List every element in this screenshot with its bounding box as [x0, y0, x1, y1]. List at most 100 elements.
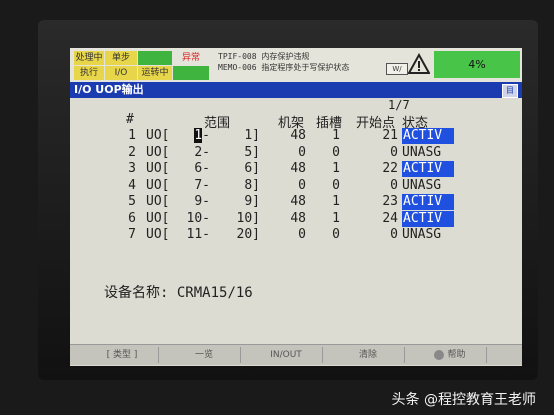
cell-state: UNASG — [402, 144, 442, 160]
range-from-value: 2 — [194, 144, 203, 160]
cell-from[interactable]: 6- — [174, 161, 210, 177]
header-num: # — [126, 112, 134, 127]
cell-rack: 0 — [298, 227, 306, 242]
softkey-bar: [ 类型 ] 一览 IN/OUT 清除 帮助 — [70, 344, 522, 365]
table-row[interactable]: 6 UO[10- 10] 48 1 24 ACTIV — [70, 210, 522, 227]
write-protect-box: W/ — [386, 63, 408, 75]
cell-from[interactable]: 1- — [174, 128, 210, 144]
cell-type: UO[ — [146, 210, 170, 226]
alarm-line-2: MEMO-006 指定程序处于写保护状态 — [218, 63, 350, 72]
device-name: 设备名称: CRMA15/16 — [104, 282, 253, 302]
cell-from[interactable]: 9- — [174, 194, 210, 210]
cell-state: ACTIV — [402, 161, 454, 177]
cell-start: 22 — [382, 161, 398, 176]
cell-from[interactable]: 11- — [174, 227, 210, 243]
range-dash: - — [202, 128, 210, 143]
cell-start: 0 — [390, 227, 398, 242]
cell-type: UO[ — [146, 194, 170, 209]
range-dash: - — [202, 227, 210, 242]
cell-slot: 1 — [332, 210, 340, 226]
table-row[interactable]: 3 UO[ 6- 6] 48 1 22 ACTIV — [70, 161, 522, 177]
range-dash: - — [202, 210, 210, 226]
cell-rack: 0 — [298, 144, 306, 160]
cell-from[interactable]: 7- — [174, 178, 210, 194]
cell-state: ACTIV — [402, 128, 454, 144]
watermark: 头条 @程控教育王老师 — [391, 392, 536, 408]
cell-rack: 0 — [298, 177, 306, 193]
cell-state: UNASG — [402, 177, 442, 193]
cell-to: 1] — [244, 128, 260, 143]
softkey-help[interactable]: 帮助 — [414, 347, 487, 363]
cell-start: 21 — [382, 128, 398, 143]
table-row[interactable]: 7 UO[ 11- 20] 0 0 0 UNASG — [70, 227, 522, 243]
status-run: 执行 — [74, 66, 104, 80]
range-from-value: 7 — [194, 177, 203, 193]
softkey-help-label: 帮助 — [447, 350, 466, 360]
cell-slot: 0 — [332, 177, 340, 193]
range-from-value: 10 — [186, 210, 203, 226]
cell-to: 6] — [244, 161, 260, 176]
range-from-value: 6 — [194, 161, 203, 176]
softkey-list[interactable]: 一览 — [168, 347, 241, 363]
cell-type: UO[ — [146, 227, 170, 242]
table-row[interactable]: 2 UO[2- 5] 0 0 0 UNASG — [70, 145, 522, 161]
cell-num: 1 — [128, 128, 136, 143]
status-extra — [173, 66, 209, 80]
cell-type: UO[ — [146, 144, 170, 160]
speed-override[interactable]: 4% — [434, 51, 520, 78]
range-from-value: 9 — [194, 194, 203, 209]
cell-slot: 1 — [332, 161, 340, 176]
cell-to: 20] — [236, 227, 260, 242]
range-dash: - — [202, 177, 210, 193]
window-icon[interactable]: 目 — [502, 84, 518, 98]
range-dash: - — [202, 194, 210, 209]
status-step: 单步 — [105, 51, 137, 65]
cell-type: UO[ — [146, 177, 170, 193]
cell-to: 9] — [244, 194, 260, 209]
cell-num: 5 — [128, 194, 136, 209]
warning-icon — [408, 53, 430, 74]
cell-to: 10] — [236, 210, 260, 226]
alarm-messages: TPIF-008 内存保护违规 MEMO-006 指定程序处于写保护状态 — [218, 51, 349, 73]
softkey-type[interactable]: [ 类型 ] — [86, 347, 159, 363]
status-busy: 处理中 — [74, 51, 104, 65]
cell-slot: 1 — [332, 194, 340, 209]
cell-rack: 48 — [290, 128, 306, 143]
cell-from[interactable]: 2- — [174, 145, 210, 161]
cell-state: ACTIV — [402, 194, 454, 210]
help-icon — [434, 349, 445, 360]
range-from-value: 11 — [186, 227, 203, 242]
device-name-label: 设备名称: — [104, 285, 169, 301]
table-row[interactable]: 1 UO[ 1- 1] 48 1 21 ACTIV — [70, 128, 522, 144]
status-hold — [138, 51, 172, 65]
cell-num: 7 — [128, 227, 136, 242]
cell-type: UO[ — [146, 161, 170, 176]
cell-rack: 48 — [290, 161, 306, 176]
cell-start: 0 — [390, 177, 398, 193]
cell-rack: 48 — [290, 210, 306, 226]
page-title: I/O UOP输出 — [74, 83, 144, 96]
cell-slot: 0 — [332, 227, 340, 242]
cell-start: 0 — [390, 144, 398, 160]
cell-from[interactable]: 10- — [174, 211, 210, 227]
table-row[interactable]: 4 UO[7- 8] 0 0 0 UNASG — [70, 178, 522, 194]
softkey-in-out[interactable]: IN/OUT — [250, 347, 323, 363]
table-row[interactable]: 5 UO[ 9- 9] 48 1 23 ACTIV — [70, 194, 522, 210]
status-area: 处理中 单步 异常 执行 I/O 运转中 TPIF-008 内存保护违规 MEM… — [70, 48, 522, 82]
cell-to: 8] — [244, 177, 260, 193]
cell-rack: 48 — [290, 194, 306, 209]
cell-state: ACTIV — [402, 210, 454, 227]
cell-state: UNASG — [402, 227, 442, 242]
range-dash: - — [202, 161, 210, 176]
status-running: 运转中 — [138, 66, 172, 80]
range-from-value: 1 — [194, 128, 203, 143]
cell-start: 23 — [382, 194, 398, 209]
alarm-line-1: TPIF-008 内存保护违规 — [218, 52, 310, 61]
cell-num: 2 — [128, 144, 136, 160]
cell-start: 24 — [382, 210, 398, 226]
cell-type: UO[ — [146, 128, 170, 143]
softkey-clear[interactable]: 清除 — [332, 347, 405, 363]
status-fault: 异常 — [181, 53, 200, 63]
cell-num: 3 — [128, 161, 136, 176]
teach-pendant-screen: 处理中 单步 异常 执行 I/O 运转中 TPIF-008 内存保护违规 MEM… — [70, 48, 522, 366]
